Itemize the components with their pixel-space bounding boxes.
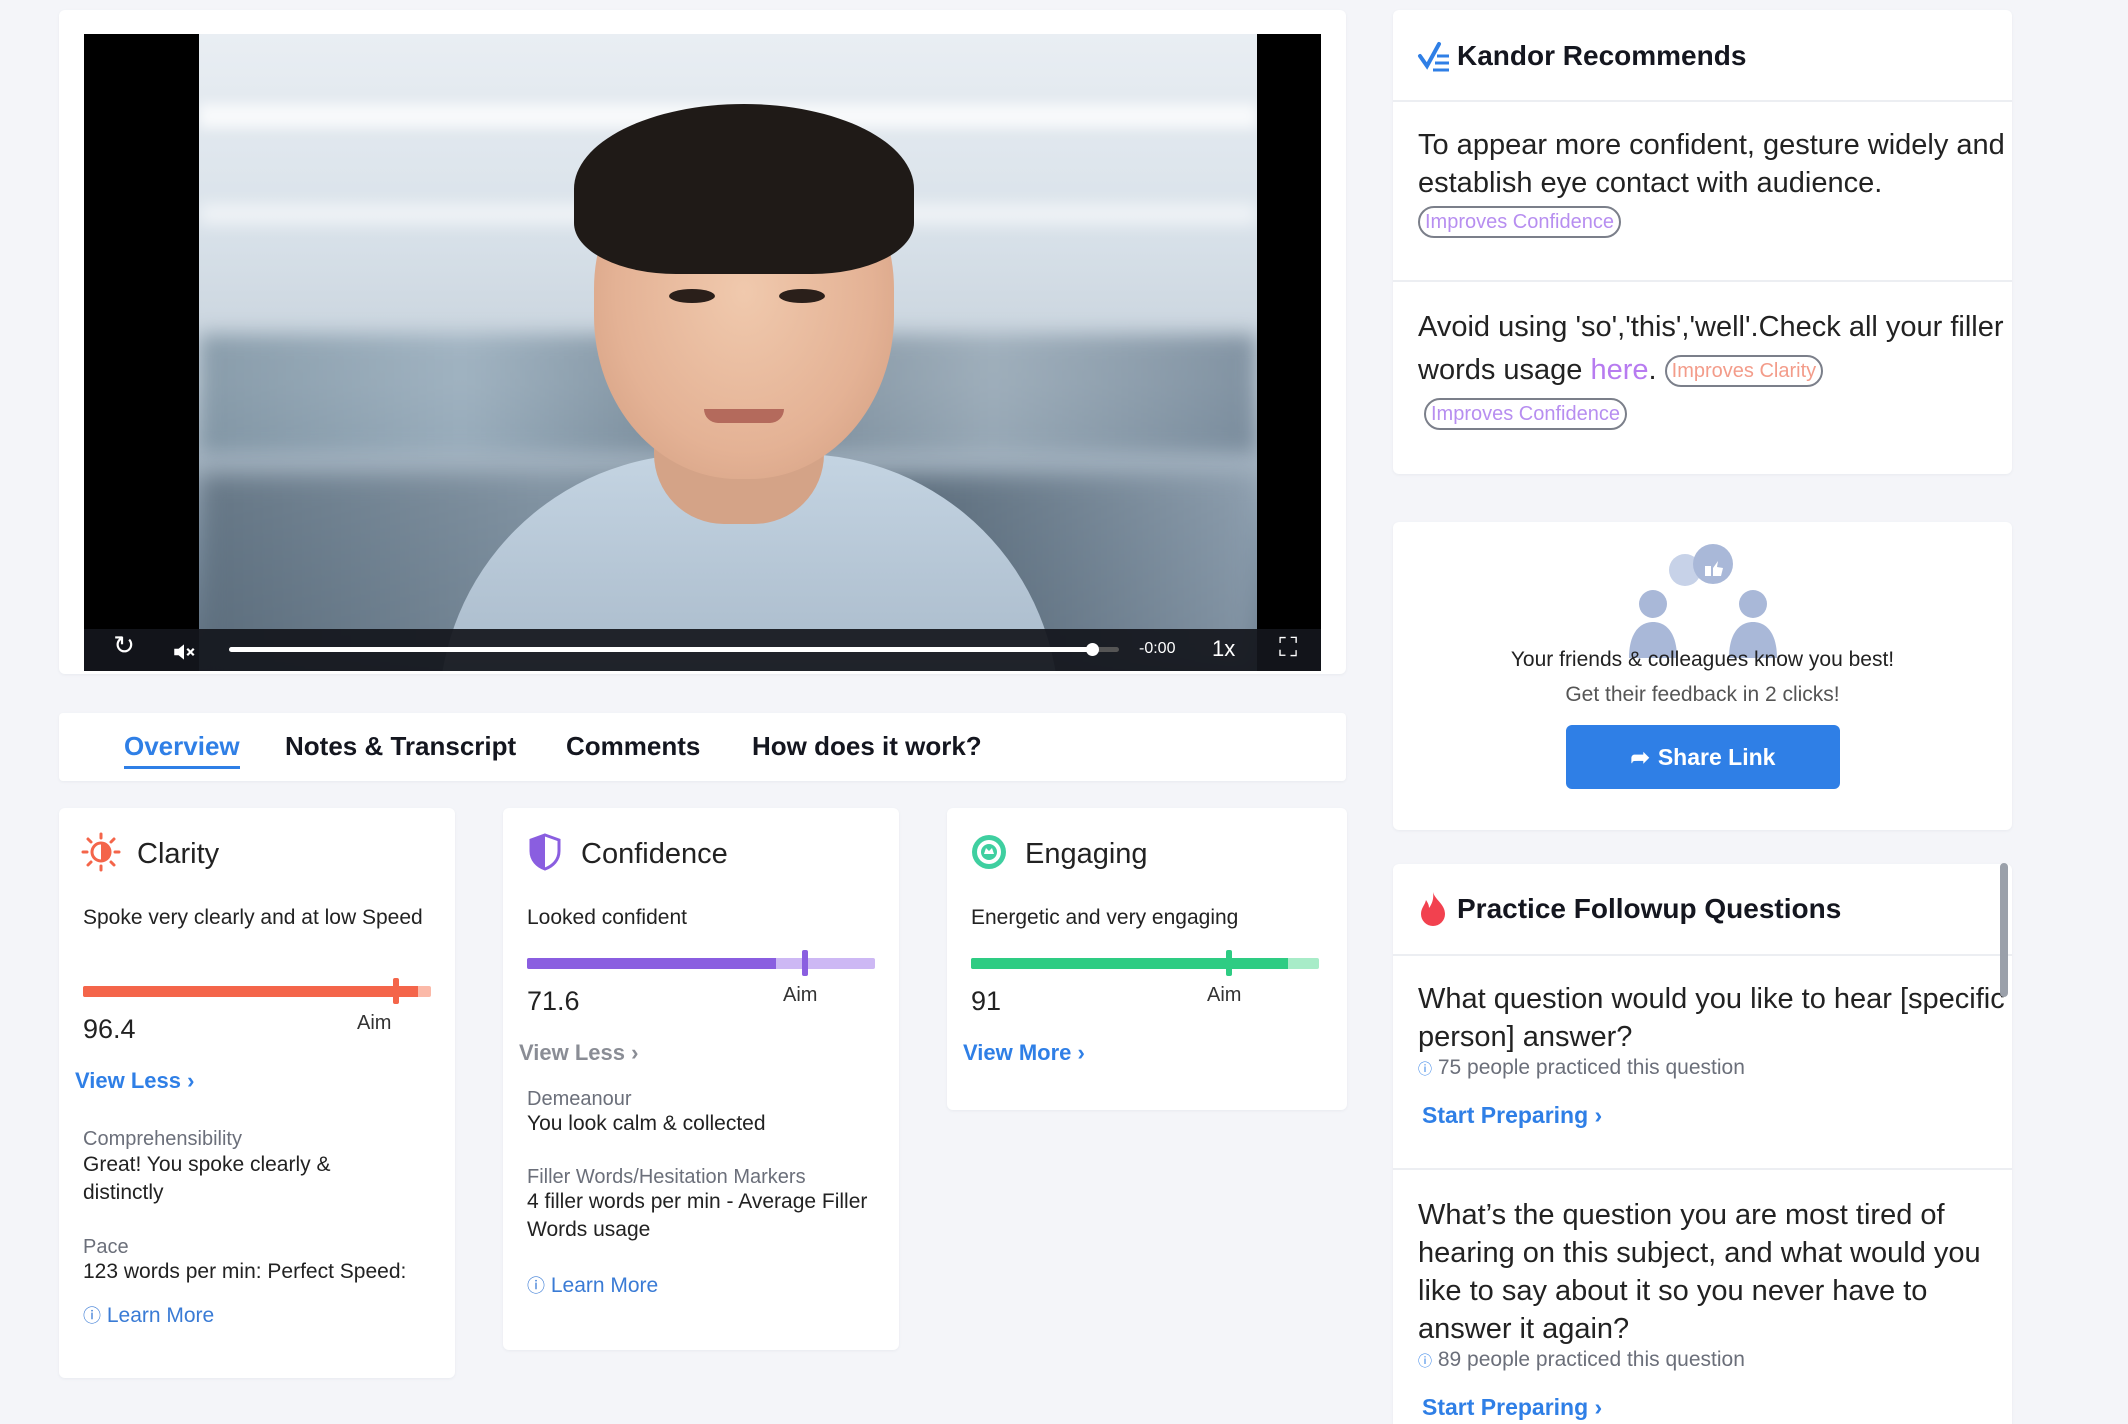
confidence-aim-label: Aim [783,984,818,1006]
clarity-learn-more-link[interactable]: ⓘ Learn More [83,1302,214,1328]
followup-scrollbar[interactable] [2000,863,2008,997]
help-icon: ⓘ [83,1306,101,1326]
confidence-score-fill [527,958,777,969]
followup-card: Practice Followup Questions What questio… [1393,864,2012,1424]
fullscreen-icon[interactable]: ⛶ [1279,633,1297,664]
engaging-view-more-link[interactable]: View More › [963,1040,1085,1066]
time-remaining: -0:00 [1139,640,1176,657]
clarity-view-less-link[interactable]: View Less › [75,1068,194,1094]
engaging-score: 91 [971,986,1002,1016]
confidence-score-bar [527,950,875,976]
clarity-score-bar [83,978,431,1004]
question-2-meta: ⓘ 89 people practiced this question [1418,1348,1745,1372]
share-arrow-icon: ➦ [1630,743,1650,770]
clarity-aim-marker [393,978,400,1004]
filler-words-label: Filler Words/Hesitation Markers [527,1166,806,1188]
tab-overview[interactable]: Overview [124,731,240,769]
engaging-score-bar [971,950,1319,976]
recommendation-1: To appear more confident, gesture widely… [1418,126,2008,240]
demeanour-value: You look calm & collected [527,1112,766,1135]
clarity-learn-more-label: Learn More [106,1304,215,1327]
tag-improves-confidence: Improves Confidence [1418,206,1621,239]
engaging-title: Engaging [1025,838,1148,870]
confidence-view-less-link[interactable]: View Less › [519,1040,638,1066]
clarity-aim-label: Aim [357,1012,392,1034]
tab-notes-transcript[interactable]: Notes & Transcript [285,731,516,762]
info-icon: ⓘ [1418,1061,1432,1077]
comprehensibility-value: Great! You spoke clearly & distinctly [83,1153,331,1204]
demeanour-label: Demeanour [527,1088,632,1110]
filler-words-here-link[interactable]: here [1591,354,1649,386]
question-1-start-preparing-link[interactable]: Start Preparing › [1422,1102,1602,1129]
tab-how-it-works[interactable]: How does it work? [752,731,982,762]
recommendation-2-text-end: . [1648,354,1657,386]
engaging-aim-label: Aim [1207,984,1242,1006]
tab-comments[interactable]: Comments [566,731,700,762]
video-controls: ↻ -0:00 1x ⛶ [84,629,1321,671]
progress-bar[interactable] [229,643,1119,656]
question-1-meta: ⓘ 75 people practiced this question [1418,1056,1745,1080]
sun-icon [81,832,121,872]
engaging-description: Energetic and very engaging [971,906,1239,929]
share-link-button[interactable]: ➦ Share Link [1566,725,1840,789]
question-2-text: What’s the question you are most tired o… [1418,1199,1981,1345]
progress-handle[interactable] [1086,643,1100,656]
tag-improves-confidence: Improves Confidence [1424,398,1627,431]
engaging-aim-marker [1225,950,1232,976]
share-card: Your friends & colleagues know you best!… [1393,522,2012,830]
video-frame [199,34,1257,671]
recommendation-1-text: To appear more confident, gesture widely… [1418,129,2005,199]
help-icon: ⓘ [527,1276,545,1296]
pace-label: Pace [83,1236,129,1258]
engaging-score-fill [971,958,1288,969]
mute-icon[interactable] [154,631,214,671]
confidence-title: Confidence [581,838,728,870]
confidence-aim-marker [802,950,809,976]
recommendations-title: Kandor Recommends [1457,40,1747,71]
tab-bar: Overview Notes & Transcript Comments How… [59,713,1346,781]
recommendation-2: Avoid using 'so','this','well'.Check all… [1418,306,2008,435]
confidence-description: Looked confident [527,906,687,929]
share-headline: Your friends & colleagues know you best! [1510,648,1895,671]
comprehensibility-label: Comprehensibility [83,1128,242,1150]
recommendations-card: Kandor Recommends To appear more confide… [1393,10,2012,474]
followup-title: Practice Followup Questions [1457,893,1842,924]
filler-words-value: 4 filler words per min - Average Filler … [527,1190,868,1241]
clarity-card: Clarity Spoke very clearly and at low Sp… [59,808,455,1378]
replay-icon[interactable]: ↻ [94,631,154,661]
playback-speed-button[interactable]: 1x [1212,636,1235,662]
confidence-card: Confidence Looked confident 71.6 Aim Vie… [503,808,899,1350]
shield-icon [529,833,561,871]
info-icon: ⓘ [1418,1353,1432,1369]
question-2-practice-count: 89 people practiced this question [1437,1348,1745,1371]
question-1-practice-count: 75 people practiced this question [1437,1056,1745,1079]
badge-icon [972,835,1006,869]
engaging-card: Engaging Energetic and very engaging 91 … [947,808,1347,1110]
clarity-title: Clarity [137,838,220,870]
question-2-start-preparing-link[interactable]: Start Preparing › [1422,1394,1602,1421]
pace-value: 123 words per min: Perfect Speed: [83,1260,407,1283]
confidence-score: 71.6 [527,986,580,1016]
question-1-text: What question would you like to hear [sp… [1418,983,2005,1053]
tag-improves-clarity: Improves Clarity [1664,355,1824,388]
clarity-description: Spoke very clearly and at low Speed [83,906,423,929]
people-feedback-icon [1629,544,1777,658]
video-card: ↻ -0:00 1x ⛶ [59,10,1346,674]
share-subline: Get their feedback in 2 clicks! [1565,683,1840,706]
flame-icon [1421,892,1445,926]
confidence-learn-more-label: Learn More [550,1274,659,1297]
confidence-learn-more-link[interactable]: ⓘ Learn More [527,1272,658,1298]
progress-fill [229,647,1093,652]
kandor-logo-icon [1418,42,1449,72]
clarity-score-fill [83,986,419,997]
clarity-score: 96.4 [83,1014,136,1044]
share-link-label: Share Link [1657,743,1776,770]
video-player[interactable]: ↻ -0:00 1x ⛶ [84,34,1321,671]
